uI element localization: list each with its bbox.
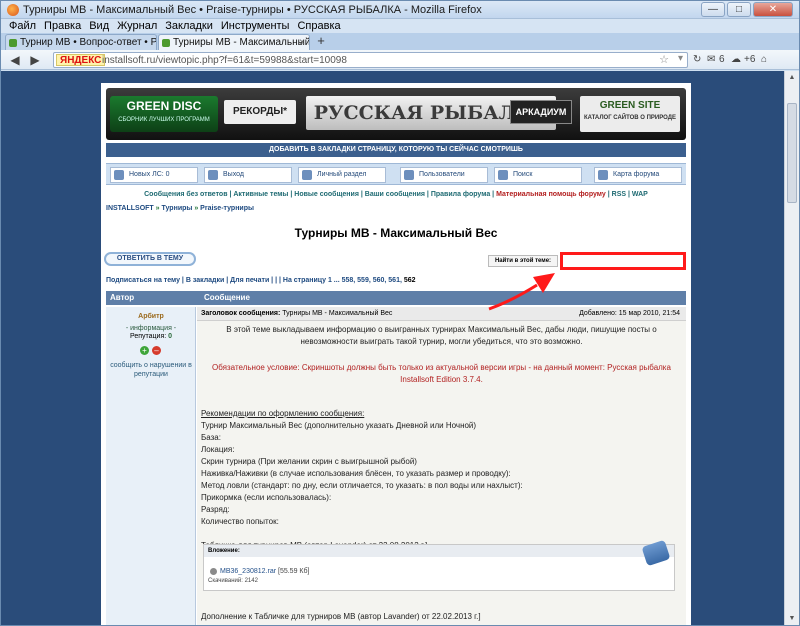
weather-icon[interactable]: ☁ bbox=[731, 53, 741, 67]
dropdown-arrow-icon[interactable]: ▾ bbox=[678, 53, 683, 64]
menu-bookmarks[interactable]: Закладки bbox=[165, 19, 213, 33]
scroll-thumb[interactable] bbox=[787, 103, 797, 203]
fish-favicon-icon bbox=[162, 39, 170, 47]
menu-file[interactable]: Файл bbox=[9, 19, 36, 33]
bookmark-star-icon[interactable]: ☆ bbox=[659, 53, 669, 66]
tab-strip: Турнир МВ • Вопрос-ответ • РУССКАЯ ... Т… bbox=[1, 33, 799, 50]
mail-count: 6 bbox=[719, 54, 725, 65]
url-bar[interactable]: ЯНДЕКС installsoft.ru/viewtopic.php?f=61… bbox=[53, 52, 688, 68]
back-icon[interactable]: ◀ bbox=[7, 52, 23, 68]
menu-history[interactable]: Журнал bbox=[117, 19, 157, 33]
minimize-button[interactable]: — bbox=[701, 2, 725, 17]
navigation-toolbar: ◀ ▶ ЯНДЕКС installsoft.ru/viewtopic.php?… bbox=[1, 50, 799, 70]
url-text[interactable]: installsoft.ru/viewtopic.php?f=61&t=5998… bbox=[102, 54, 347, 67]
home-icon[interactable]: ⌂ bbox=[761, 53, 767, 67]
title-bar: Турниры МВ - Максимальный Вес • Praise-т… bbox=[1, 1, 799, 19]
forward-icon[interactable]: ▶ bbox=[27, 52, 43, 68]
browser-window: Турниры МВ - Максимальный Вес • Praise-т… bbox=[0, 0, 800, 626]
scroll-up-icon[interactable]: ▲ bbox=[787, 73, 797, 83]
menu-view[interactable]: Вид bbox=[89, 19, 109, 33]
close-button[interactable]: ✕ bbox=[753, 2, 793, 17]
fish-favicon-icon bbox=[9, 39, 17, 47]
menu-tools[interactable]: Инструменты bbox=[221, 19, 290, 33]
mail-icon[interactable]: ✉ bbox=[707, 53, 715, 67]
tab-label: Турниры МВ - Максимальный Вес • Prai... bbox=[173, 37, 310, 48]
refresh-icon[interactable]: ↻ bbox=[693, 53, 701, 67]
vertical-scrollbar[interactable]: ▲ ▼ bbox=[784, 71, 799, 625]
menu-help[interactable]: Справка bbox=[297, 19, 340, 33]
page-viewport: GREEN DISC СБОРНИК ЛУЧШИХ ПРОГРАММ РЕКОР… bbox=[1, 71, 784, 625]
window-title: Турниры МВ - Максимальный Вес • Praise-т… bbox=[23, 4, 482, 16]
tab-2[interactable]: Турниры МВ - Максимальный Вес • Prai... … bbox=[158, 34, 310, 50]
scroll-down-icon[interactable]: ▼ bbox=[787, 614, 797, 624]
close-tab-icon[interactable]: × bbox=[299, 35, 305, 50]
maximize-button[interactable]: □ bbox=[727, 2, 751, 17]
new-tab-button[interactable]: + bbox=[314, 34, 328, 49]
arrow-line bbox=[488, 283, 538, 311]
arrow-head bbox=[533, 273, 555, 293]
yandex-badge[interactable]: ЯНДЕКС bbox=[56, 54, 106, 66]
menu-bar: Файл Правка Вид Журнал Закладки Инструме… bbox=[1, 19, 799, 33]
firefox-logo-icon bbox=[7, 4, 19, 16]
menu-edit[interactable]: Правка bbox=[44, 19, 81, 33]
weather-temp: +6 bbox=[744, 54, 756, 65]
annotation-arrow-icon bbox=[488, 273, 555, 311]
tab-1[interactable]: Турнир МВ • Вопрос-ответ • РУССКАЯ ... bbox=[5, 34, 157, 50]
tab-label: Турнир МВ • Вопрос-ответ • РУССКАЯ ... bbox=[20, 37, 157, 48]
